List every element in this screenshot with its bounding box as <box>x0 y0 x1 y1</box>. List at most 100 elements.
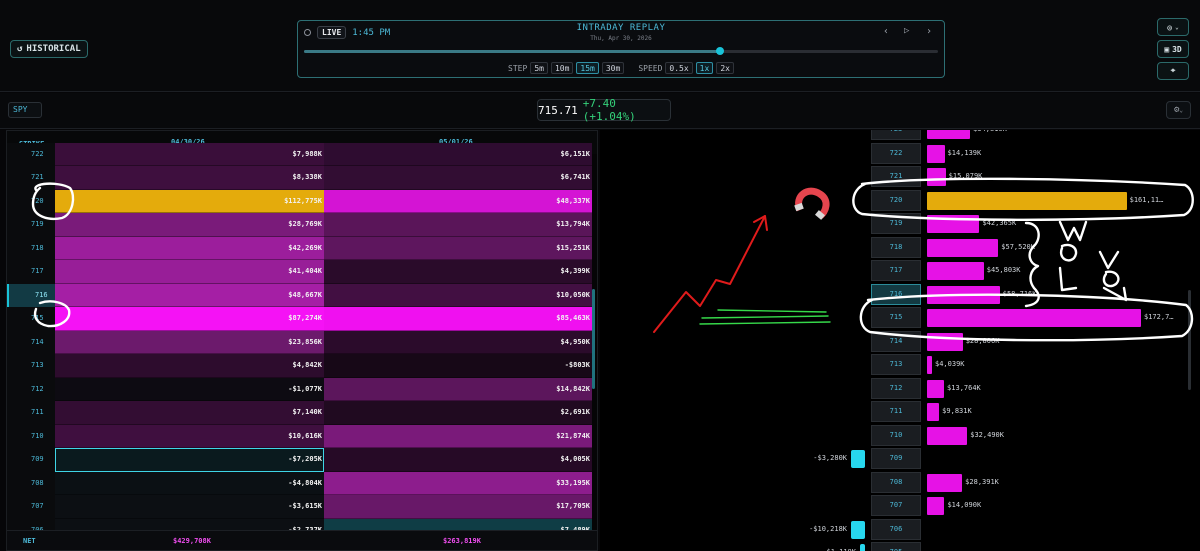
chart-bar[interactable] <box>927 215 980 233</box>
chart-strike-label[interactable]: 717 <box>871 260 921 281</box>
value-cell-0430[interactable]: $87,274K <box>55 307 324 331</box>
chart-strike-label[interactable]: 716 <box>871 283 921 305</box>
value-cell-0430[interactable]: -$4,804K <box>55 471 324 495</box>
chart-strike-label[interactable]: 705 <box>871 542 921 551</box>
value-cell-0501[interactable]: $85,463K <box>324 307 592 331</box>
chart-bar[interactable] <box>927 238 999 257</box>
chart-strike-label[interactable]: 710 <box>871 424 921 446</box>
ticker-input[interactable]: SPY <box>8 102 42 118</box>
table-row[interactable]: 713 $4,842K -$803K <box>7 354 597 378</box>
chart-strike-label[interactable]: 712 <box>871 377 921 399</box>
value-cell-0501[interactable]: $21,874K <box>324 424 592 448</box>
table-row[interactable]: 710 $10,616K $21,874K <box>7 424 597 448</box>
chart-strike-label[interactable]: 723 <box>871 130 921 140</box>
speed-0-5x[interactable]: 0.5x <box>665 62 693 74</box>
value-cell-0430[interactable]: $112,775K <box>55 189 324 213</box>
chart-strike-label[interactable]: 715 <box>871 307 921 328</box>
table-row[interactable]: 707 -$3,615K $17,705K <box>7 495 597 519</box>
value-cell-0430[interactable]: $10,616K <box>55 424 324 448</box>
table-row[interactable]: 716 $48,667K $10,050K <box>7 283 597 307</box>
replay-slider-track[interactable] <box>304 50 938 53</box>
table-row[interactable]: 719 $28,769K $13,794K <box>7 213 597 237</box>
value-cell-0501[interactable]: -$803K <box>324 354 592 378</box>
table-row[interactable]: 715 $87,274K $85,463K <box>7 307 597 331</box>
3d-button[interactable]: ▣ 3D <box>1157 40 1189 58</box>
chart-bar[interactable] <box>927 379 945 398</box>
value-cell-0501[interactable]: $15,251K <box>324 236 592 260</box>
value-cell-0501[interactable]: $4,399K <box>324 260 592 284</box>
chart-bar[interactable] <box>927 191 1127 210</box>
chart-strike-label[interactable]: 707 <box>871 495 921 516</box>
chart-bar-negative[interactable] <box>859 544 865 551</box>
table-row[interactable]: 711 $7,140K $2,691K <box>7 401 597 425</box>
chart-strike-label[interactable]: 720 <box>871 189 921 211</box>
table-row[interactable]: 720 $112,775K $48,337K <box>7 189 597 213</box>
chart-bar[interactable] <box>927 130 971 139</box>
chart-bar[interactable] <box>927 356 932 374</box>
value-cell-0501[interactable]: $33,195K <box>324 471 592 495</box>
chart-strike-label[interactable]: 714 <box>871 330 921 352</box>
value-cell-0501[interactable]: $17,705K <box>324 495 592 519</box>
value-cell-0430[interactable]: $28,769K <box>55 213 324 237</box>
chart-strike-label[interactable]: 711 <box>871 401 921 422</box>
historical-button[interactable]: ↺ HISTORICAL <box>10 40 88 58</box>
chart-strike-label[interactable]: 718 <box>871 236 921 258</box>
chart-strike-label[interactable]: 706 <box>871 518 921 540</box>
table-row[interactable]: 718 $42,269K $15,251K <box>7 236 597 260</box>
value-cell-0430[interactable]: $7,988K <box>55 142 324 166</box>
chart-strike-label[interactable]: 708 <box>871 471 921 493</box>
globe-button[interactable]: ◎ ⌄ <box>1157 18 1189 36</box>
value-cell-0501[interactable]: $13,794K <box>324 213 592 237</box>
chart-bar[interactable] <box>927 497 945 515</box>
value-cell-0430[interactable]: $48,667K <box>55 283 324 307</box>
chart-bar[interactable] <box>927 309 1141 327</box>
value-cell-0430[interactable]: $7,140K <box>55 401 324 425</box>
step-10m[interactable]: 10m <box>550 62 574 74</box>
table-row[interactable]: 708 -$4,804K $33,195K <box>7 471 597 495</box>
value-cell-0501[interactable]: $6,151K <box>324 142 592 166</box>
next-icon[interactable]: › <box>926 26 932 37</box>
chart-bar[interactable] <box>927 262 984 280</box>
step-5m[interactable]: 5m <box>530 62 548 74</box>
value-cell-0430[interactable]: $4,842K <box>55 354 324 378</box>
value-cell-0501[interactable]: $4,950K <box>324 330 592 354</box>
chart-strike-label[interactable]: 719 <box>871 213 921 234</box>
chart-scrollbar[interactable] <box>1188 290 1191 390</box>
step-30m[interactable]: 30m <box>601 62 625 74</box>
locate-button[interactable]: ⌖ <box>1157 62 1189 80</box>
chart-strike-label[interactable]: 722 <box>871 142 921 164</box>
value-cell-0430[interactable]: -$7,205K <box>55 448 324 472</box>
chart-bar-negative[interactable] <box>851 520 865 539</box>
chart-bar[interactable] <box>927 144 945 163</box>
chart-bar[interactable] <box>927 332 963 351</box>
table-row[interactable]: 714 $23,856K $4,950K <box>7 330 597 354</box>
speed-1x[interactable]: 1x <box>695 62 714 74</box>
replay-slider-thumb[interactable] <box>715 47 724 55</box>
value-cell-0430[interactable]: $23,856K <box>55 330 324 354</box>
value-cell-0430[interactable]: -$3,615K <box>55 495 324 519</box>
table-row[interactable]: 709 -$7,205K $4,005K <box>7 448 597 472</box>
value-cell-0501[interactable]: $2,691K <box>324 401 592 425</box>
play-icon[interactable]: ▷ <box>904 26 909 36</box>
value-cell-0501[interactable]: $6,741K <box>324 166 592 190</box>
chart-bar-negative[interactable] <box>851 450 865 468</box>
speed-2x[interactable]: 2x <box>716 62 734 74</box>
chart-strike-label[interactable]: 713 <box>871 354 921 375</box>
chart-bar[interactable] <box>927 403 940 421</box>
value-cell-0501[interactable]: $4,005K <box>324 448 592 472</box>
value-cell-0501[interactable]: $14,842K <box>324 377 592 401</box>
value-cell-0430[interactable]: $42,269K <box>55 236 324 260</box>
table-row[interactable]: 721 $8,338K $6,741K <box>7 166 597 190</box>
prev-icon[interactable]: ‹ <box>883 26 889 37</box>
chart-bar[interactable] <box>927 285 1000 304</box>
chart-bar[interactable] <box>927 473 963 492</box>
chart-strike-label[interactable]: 709 <box>871 448 921 469</box>
value-cell-0430[interactable]: $8,338K <box>55 166 324 190</box>
table-scrollbar[interactable] <box>592 289 595 389</box>
table-row[interactable]: 722 $7,988K $6,151K <box>7 142 597 166</box>
step-15m[interactable]: 15m <box>576 62 599 74</box>
value-cell-0501[interactable]: $48,337K <box>324 189 592 213</box>
table-row[interactable]: 717 $41,404K $4,399K <box>7 260 597 284</box>
value-cell-0430[interactable]: -$1,077K <box>55 377 324 401</box>
value-cell-0501[interactable]: $10,050K <box>324 283 592 307</box>
